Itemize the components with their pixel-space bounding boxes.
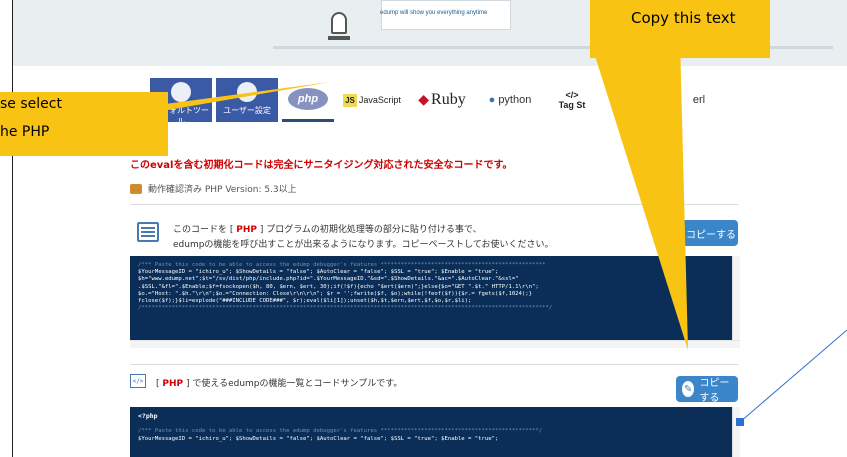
ruby-gem-icon: ◆: [418, 92, 430, 108]
php-version-info: 動作確認済み PHP Version: 5.3以上: [130, 182, 297, 195]
section2-description: [ PHP ] で使えるedumpの機能一覧とコードサンプルです。: [156, 379, 403, 389]
php-version-label: 動作確認済み PHP Version: 5.3以上: [148, 185, 297, 195]
sample-code-block[interactable]: <?php /*** Paste this code to be able to…: [130, 407, 732, 457]
php-callout-line2: he PHP: [0, 124, 50, 140]
package-icon: [130, 183, 142, 194]
banner-tagline: edump will show you everything anytime: [380, 10, 488, 16]
tab-javascript[interactable]: JS JavaScript: [342, 78, 402, 122]
copy-button-samples[interactable]: ✎ コピーする: [676, 376, 738, 404]
security-notice: このevalを含む初期化コードは完全にサニタイジング対応された安全なコードです。: [130, 160, 513, 171]
tab-python[interactable]: ● python: [480, 78, 540, 122]
php-logo-icon: php: [288, 87, 328, 110]
language-tab-bar: デフォルトツール ユーザー設定 php JS JavaScript ◆ Ruby…: [150, 78, 728, 126]
document-icon: [137, 222, 159, 242]
php-callout-line1: se select: [0, 96, 62, 112]
scroll-pointer-line: [739, 329, 847, 423]
code-tag-icon: </>: [565, 90, 579, 100]
copy-button[interactable]: コピーする: [676, 220, 738, 246]
code-icon: </>: [130, 374, 146, 388]
tab-ruby[interactable]: ◆ Ruby: [412, 78, 472, 122]
frame-border: [12, 0, 13, 457]
tab-perl[interactable]: erl: [670, 78, 728, 122]
tab-php[interactable]: php: [282, 78, 334, 122]
python-logo-icon: ●: [488, 94, 496, 106]
divider: [130, 364, 738, 365]
code-block-horizontal-scrollbar[interactable]: [130, 340, 740, 348]
code-block-vertical-scrollbar[interactable]: [732, 256, 740, 340]
copy-button-samples-label: コピーする: [699, 378, 730, 404]
edit-icon: ✎: [682, 381, 695, 397]
tab-user-settings[interactable]: ユーザー設定: [216, 78, 278, 122]
sample-code-vertical-scrollbar[interactable]: [732, 407, 740, 457]
tab-tag-style-label: Tag St: [558, 100, 586, 110]
divider: [130, 204, 738, 205]
scroll-marker: [736, 418, 744, 426]
tab-tag-style[interactable]: </> Tag St: [542, 78, 602, 122]
javascript-logo-icon: JS: [343, 93, 357, 107]
tab-javascript-label: JavaScript: [358, 95, 401, 105]
lamp-illustration: [331, 12, 347, 34]
section1-instruction-line1: このコードを [ PHP ] プログラムの初期化処理等の部分に貼り付ける事で、: [173, 225, 482, 235]
page: edump will show you everything anytime デ…: [0, 0, 847, 457]
user-icon: [237, 82, 257, 102]
tab-ruby-label: Ruby: [431, 91, 466, 108]
tab-python-label: python: [498, 94, 532, 106]
tab-user-settings-label: ユーザー設定: [223, 106, 271, 115]
init-code-block[interactable]: /*** Paste this code to be able to acces…: [130, 256, 732, 340]
lamp-base: [328, 36, 350, 40]
tab-perl-label: erl: [692, 94, 706, 106]
copy-callout-text: Copy this text: [631, 9, 736, 27]
tool-icon: [171, 82, 191, 102]
section1-instruction-line2: edumpの機能を呼び出すことが出来るようになります。コピーペーストしてお使いく…: [173, 240, 554, 250]
